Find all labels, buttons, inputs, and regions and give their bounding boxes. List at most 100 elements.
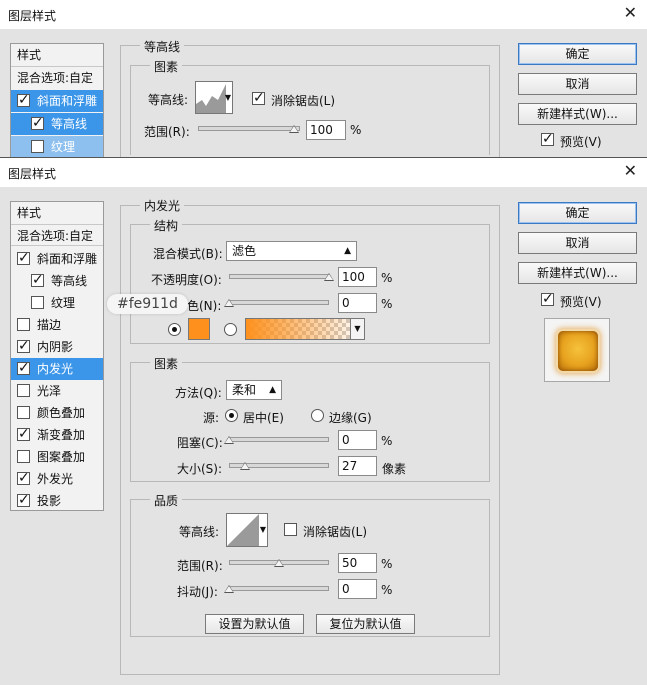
gradient-radio[interactable] bbox=[224, 323, 237, 336]
sidebar-item[interactable]: 描边 bbox=[11, 314, 103, 336]
size-label: 大小(S): bbox=[177, 462, 223, 476]
sidebar-item[interactable]: 斜面和浮雕 bbox=[11, 248, 103, 270]
back-preview-checkbox[interactable] bbox=[541, 130, 554, 148]
sidebar-item-checkbox[interactable] bbox=[17, 318, 30, 331]
noise-slider[interactable] bbox=[229, 300, 329, 305]
title-bar: 图层样式 ✕ bbox=[0, 158, 647, 187]
jitter-slider[interactable] bbox=[229, 586, 329, 591]
back-blend-options-label: 混合选项:自定 bbox=[17, 71, 94, 85]
sidebar-item-checkbox[interactable] bbox=[17, 406, 30, 419]
back-new-style-button[interactable]: 新建样式(W)... bbox=[518, 103, 637, 125]
sidebar-item[interactable]: 纹理 bbox=[11, 292, 103, 314]
sidebar-item-checkbox[interactable] bbox=[17, 249, 30, 267]
sidebar-item-checkbox[interactable] bbox=[17, 491, 30, 509]
range-input[interactable]: 50 bbox=[338, 553, 377, 573]
sidebar-item[interactable]: 光泽 bbox=[11, 380, 103, 402]
dialog-title: 图层样式 bbox=[8, 167, 57, 181]
sidebar-item-label: 内阴影 bbox=[37, 340, 74, 354]
contour-checkbox[interactable] bbox=[31, 114, 44, 132]
sidebar-item[interactable]: 渐变叠加 bbox=[11, 424, 103, 446]
sidebar-item-checkbox[interactable] bbox=[17, 450, 30, 463]
back-sidebar-item-texture[interactable]: 纹理 bbox=[11, 136, 103, 158]
jitter-slider-thumb[interactable] bbox=[224, 585, 234, 593]
size-input[interactable]: 27 bbox=[338, 456, 377, 476]
back-contour-preview[interactable]: ▼ bbox=[195, 81, 233, 114]
glow-color-swatch[interactable] bbox=[188, 318, 210, 340]
back-antialias-label: 消除锯齿(L) bbox=[271, 94, 336, 108]
new-style-button[interactable]: 新建样式(W)... bbox=[518, 262, 637, 284]
back-range-slider-thumb[interactable] bbox=[289, 125, 299, 133]
sidebar-item-checkbox[interactable] bbox=[31, 271, 44, 289]
sidebar-item[interactable]: 等高线 bbox=[11, 270, 103, 292]
back-preview-label: 预览(V) bbox=[560, 135, 602, 149]
source-edge-radio[interactable] bbox=[311, 409, 324, 422]
blend-mode-value: 滤色 bbox=[232, 244, 257, 258]
preview-glow-square bbox=[558, 331, 598, 371]
bevel-checkbox[interactable] bbox=[17, 91, 30, 109]
back-range-input[interactable]: 100 bbox=[306, 120, 346, 140]
source-center-radio[interactable] bbox=[225, 409, 238, 422]
set-default-button[interactable]: 设置为默认值 bbox=[205, 614, 304, 634]
back-sidebar-item-contour[interactable]: 等高线 bbox=[11, 113, 103, 135]
sidebar-item[interactable]: 投影 bbox=[11, 490, 103, 512]
sidebar-item[interactable]: 图案叠加 bbox=[11, 446, 103, 468]
range-slider-thumb[interactable] bbox=[274, 559, 284, 567]
sidebar-item-checkbox[interactable] bbox=[17, 469, 30, 487]
quality-antialias-label: 消除锯齿(L) bbox=[303, 525, 368, 539]
cancel-button[interactable]: 取消 bbox=[518, 232, 637, 254]
sidebar-header: 样式 bbox=[11, 202, 103, 224]
color-hex-tooltip: #fe911d bbox=[107, 294, 188, 314]
back-sidebar-blend-options[interactable]: 混合选项:自定 bbox=[11, 66, 103, 88]
gradient-picker[interactable]: ▼ bbox=[245, 318, 365, 340]
chevron-down-icon[interactable]: ▼ bbox=[225, 93, 231, 102]
sidebar-item-checkbox[interactable] bbox=[17, 337, 30, 355]
choke-input[interactable]: 0 bbox=[338, 430, 377, 450]
reset-default-button[interactable]: 复位为默认值 bbox=[316, 614, 415, 634]
close-icon[interactable]: ✕ bbox=[624, 3, 637, 22]
sidebar-item-label: 光泽 bbox=[37, 384, 62, 398]
structure-label: 结构 bbox=[150, 217, 183, 234]
sidebar-item-checkbox[interactable] bbox=[17, 425, 30, 443]
style-preview-thumbnail bbox=[544, 318, 610, 382]
sidebar-item-checkbox[interactable] bbox=[17, 359, 30, 377]
quality-antialias-checkbox[interactable] bbox=[284, 523, 297, 536]
solid-color-radio[interactable] bbox=[168, 323, 181, 336]
back-texture-label: 纹理 bbox=[51, 140, 76, 154]
blend-mode-select[interactable]: 滤色 ▲ bbox=[226, 241, 357, 261]
close-icon[interactable]: ✕ bbox=[624, 161, 637, 180]
sidebar-item-checkbox[interactable] bbox=[17, 384, 30, 397]
size-slider-thumb[interactable] bbox=[240, 462, 250, 470]
sidebar-item[interactable]: 外发光 bbox=[11, 468, 103, 490]
sidebar-item[interactable]: 内发光 bbox=[11, 358, 103, 380]
contour-picker[interactable]: ▼ bbox=[226, 513, 268, 547]
noise-input[interactable]: 0 bbox=[338, 293, 377, 313]
sidebar-item[interactable]: 内阴影 bbox=[11, 336, 103, 358]
back-antialias-checkbox[interactable] bbox=[252, 89, 265, 107]
back-dialog-title: 图层样式 bbox=[8, 9, 57, 23]
noise-slider-thumb[interactable] bbox=[224, 299, 234, 307]
choke-slider[interactable] bbox=[229, 437, 329, 442]
chevron-down-icon[interactable]: ▼ bbox=[260, 525, 266, 534]
sidebar-item[interactable]: 颜色叠加 bbox=[11, 402, 103, 424]
back-elements-group bbox=[130, 65, 490, 155]
blend-mode-label: 混合模式(B): bbox=[153, 247, 223, 261]
sidebar-item-checkbox[interactable] bbox=[31, 296, 44, 309]
choke-slider-thumb[interactable] bbox=[224, 436, 234, 444]
chevron-down-icon[interactable]: ▼ bbox=[350, 319, 364, 339]
opacity-pct-unit: % bbox=[381, 271, 393, 285]
back-sidebar-item-bevel[interactable]: 斜面和浮雕 bbox=[11, 90, 103, 112]
back-range-label: 范围(R): bbox=[144, 125, 190, 139]
ok-button[interactable]: 确定 bbox=[518, 202, 637, 224]
back-cancel-button[interactable]: 取消 bbox=[518, 73, 637, 95]
opacity-slider-thumb[interactable] bbox=[324, 273, 334, 281]
preview-checkbox[interactable] bbox=[541, 290, 554, 308]
jitter-pct-unit: % bbox=[381, 583, 393, 597]
opacity-input[interactable]: 100 bbox=[338, 267, 377, 287]
jitter-input[interactable]: 0 bbox=[338, 579, 377, 599]
texture-checkbox[interactable] bbox=[31, 140, 44, 153]
opacity-slider[interactable] bbox=[229, 274, 329, 279]
method-select[interactable]: 柔和 ▲ bbox=[226, 380, 282, 400]
back-range-slider[interactable] bbox=[198, 126, 300, 131]
sidebar-blend-options[interactable]: 混合选项:自定 bbox=[11, 224, 103, 246]
back-ok-button[interactable]: 确定 bbox=[518, 43, 637, 65]
